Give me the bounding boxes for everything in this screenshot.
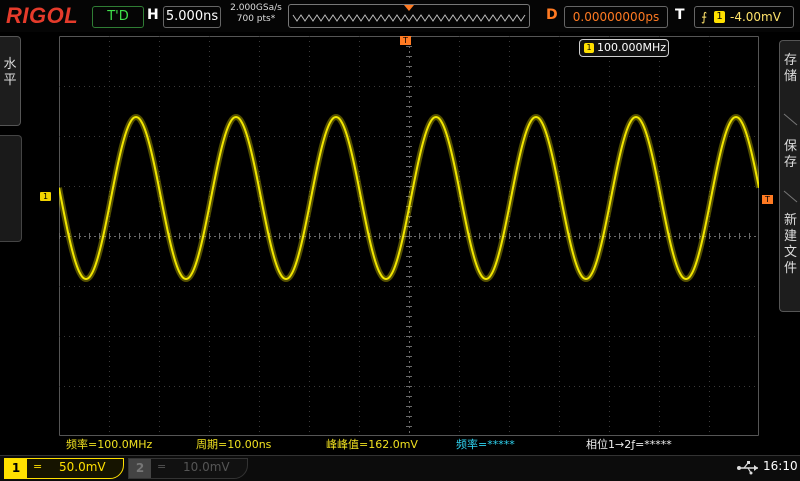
measurement-frequency: 频率=100.0MHz xyxy=(66,438,153,451)
trigger-label: T xyxy=(675,7,685,23)
ch2-scale: 10.0mV xyxy=(183,460,230,474)
counter-channel-badge: 1 xyxy=(584,43,594,53)
memory-waveform-icon xyxy=(292,5,526,22)
horizontal-menu-label: 水 平 xyxy=(3,57,17,88)
ch1-number: 1 xyxy=(5,459,27,478)
new-file-button[interactable]: 新 建 文 件 xyxy=(780,213,800,277)
storage-menu-button[interactable]: 存 储 xyxy=(780,53,800,85)
delay-label: D xyxy=(546,7,558,23)
left-softkey-panel[interactable] xyxy=(0,135,22,242)
timebase-display[interactable]: 5.000ns xyxy=(163,6,221,28)
ch1-settings-button[interactable]: 1 = 50.0mV xyxy=(4,458,124,479)
grid-lines xyxy=(59,36,759,436)
trigger-position-marker[interactable]: T xyxy=(400,36,411,45)
menu-divider xyxy=(783,113,798,126)
ch1-offset-marker[interactable]: 1 xyxy=(40,192,51,201)
trigger-level: -4.00mV xyxy=(730,10,781,24)
measurement-vpp: 峰峰值=162.0mV xyxy=(326,438,418,451)
memory-depth: 700 pts* xyxy=(236,14,276,24)
measurement-frequency-ch2: 频率=***** xyxy=(456,438,515,451)
usb-icon xyxy=(737,461,758,475)
trigger-source-badge: 1 xyxy=(714,11,725,23)
waveform-display[interactable] xyxy=(59,36,759,436)
system-clock: 16:10 xyxy=(763,459,798,473)
save-label: 保 存 xyxy=(783,139,797,170)
ch2-number: 2 xyxy=(129,459,151,478)
save-button[interactable]: 保 存 xyxy=(780,139,800,171)
storage-menu-label: 存 储 xyxy=(783,53,797,84)
ch2-settings-button[interactable]: 2 = 10.0mV xyxy=(128,458,248,479)
measurement-phase: 相位1→2ƒ=***** xyxy=(586,438,672,451)
new-file-label: 新 建 文 件 xyxy=(783,213,797,276)
delay-display[interactable]: 0.00000000ps xyxy=(564,6,668,28)
trigger-level-marker[interactable]: T xyxy=(762,195,773,204)
acquisition-info: 2.000GSa/s 700 pts* xyxy=(226,3,286,25)
frequency-counter: 1 100.000MHz xyxy=(579,39,669,57)
sample-rate: 2.000GSa/s xyxy=(230,3,282,13)
trigger-display[interactable]: ⨍ 1 -4.00mV xyxy=(694,6,794,28)
rising-edge-icon: ⨍ xyxy=(701,10,708,24)
ch1-scale: 50.0mV xyxy=(59,460,106,474)
dc-coupling-icon: = xyxy=(33,460,43,473)
memory-overview-bar[interactable] xyxy=(288,4,530,28)
counter-value: 100.000MHz xyxy=(597,41,667,54)
run-mode-button[interactable]: T'D xyxy=(92,6,144,28)
horizontal-menu-tab[interactable]: 水 平 xyxy=(0,36,21,126)
right-softkey-menu: 存 储 保 存 新 建 文 件 xyxy=(779,40,800,312)
horizontal-label: H xyxy=(147,7,159,23)
menu-divider xyxy=(783,190,798,203)
brand-logo: RIGOL xyxy=(6,3,79,28)
measurement-period: 周期=10.00ns xyxy=(196,438,272,451)
dc-coupling-icon: = xyxy=(157,460,167,473)
